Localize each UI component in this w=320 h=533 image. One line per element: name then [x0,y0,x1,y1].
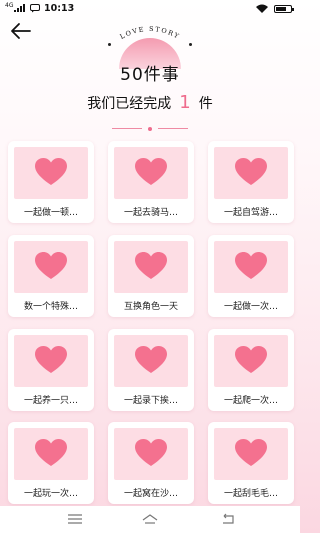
network-type: 4G [5,2,14,9]
task-label: 一起做一次… [223,302,278,312]
task-card[interactable]: 一起做一顿… [8,141,94,223]
task-image [214,428,288,480]
task-image [114,147,188,199]
heart-icon [235,252,267,279]
message-icon [30,4,40,13]
heart-icon [135,252,167,279]
task-label: 一起养一只… [23,396,78,406]
task-card[interactable]: 一起养一只… [8,329,94,411]
task-card[interactable]: 互换角色一天 [108,235,194,317]
task-card[interactable]: 一起自驾游… [208,141,294,223]
task-card[interactable]: 数一个特殊… [8,235,94,317]
task-label: 数一个特殊… [23,302,78,312]
home-icon[interactable] [142,512,158,526]
task-image [14,147,88,199]
wifi-icon [256,4,268,13]
clock: 10:13 [44,3,75,14]
task-image [14,428,88,480]
page-title: 50件事 [120,65,180,85]
task-image [214,335,288,387]
task-label: 一起刮毛毛… [223,489,278,499]
completed-count: 1 [179,92,191,113]
task-card[interactable]: 一起窝在沙… [108,422,194,504]
heart-icon [35,158,67,185]
divider [112,127,188,131]
heart-icon [135,346,167,373]
heart-icon [235,346,267,373]
signal-icon [14,4,25,12]
task-image [14,335,88,387]
heart-icon [135,439,167,466]
task-image [114,241,188,293]
completed-suffix: 件 [198,96,213,112]
task-card[interactable]: 一起去骑马… [108,141,194,223]
task-card[interactable]: 一起爬一次… [208,329,294,411]
menu-icon[interactable] [67,512,83,526]
task-image [214,147,288,199]
badge-dot [189,43,192,46]
task-label: 一起自驾游… [223,208,278,218]
love-story-badge: LOVE STORY [96,22,204,69]
completed-prefix: 我们已经完成 [87,96,172,112]
heart-icon [235,439,267,466]
completed-summary: 我们已经完成 1 件 [0,92,300,113]
task-label: 一起录下挨… [123,396,178,406]
battery-icon [274,5,294,13]
task-card[interactable]: 一起刮毛毛… [208,422,294,504]
heart-icon [35,252,67,279]
task-label: 一起窝在沙… [123,489,178,499]
task-image [114,428,188,480]
back-icon[interactable] [220,512,236,526]
system-nav-bar [0,506,300,533]
status-bar: 4G 10:13 [0,0,300,18]
task-label: 一起去骑马… [123,208,178,218]
task-label: 一起做一顿… [23,208,78,218]
task-card[interactable]: 一起录下挨… [108,329,194,411]
task-label: 一起爬一次… [223,396,278,406]
heart-icon [35,439,67,466]
task-label: 互换角色一天 [123,302,178,312]
heart-icon [235,158,267,185]
back-arrow-icon[interactable] [10,22,32,40]
task-image [14,241,88,293]
heart-icon [135,158,167,185]
task-image [214,241,288,293]
badge-dot [108,43,111,46]
task-card[interactable]: 一起做一次… [208,235,294,317]
task-card[interactable]: 一起玩一次… [8,422,94,504]
task-label: 一起玩一次… [23,489,78,499]
task-image [114,335,188,387]
heart-icon [35,346,67,373]
